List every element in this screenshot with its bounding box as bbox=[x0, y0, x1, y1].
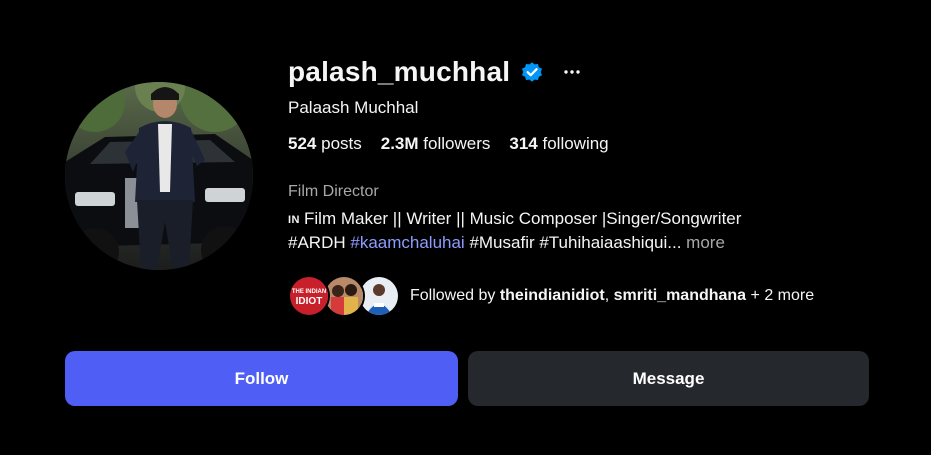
bio-more-link[interactable]: more bbox=[681, 233, 725, 252]
followed-by-prefix: Followed by bbox=[410, 287, 500, 304]
profile-avatar[interactable] bbox=[65, 82, 253, 270]
avatar-logo-bottom: IDIOT bbox=[296, 296, 323, 307]
hashtag-link[interactable]: #kaamchaluhai bbox=[350, 233, 464, 252]
posts-label: posts bbox=[321, 134, 362, 153]
followers-label: followers bbox=[423, 134, 491, 153]
follow-button[interactable]: Follow bbox=[65, 351, 458, 406]
bio-line-1: IN Film Maker || Writer || Music Composer… bbox=[288, 209, 741, 229]
mutual-follower-avatar: THE INDIAN IDIOT bbox=[288, 275, 330, 317]
followed-by-row[interactable]: THE INDIAN IDIOT Followed by theindianid… bbox=[288, 275, 814, 317]
username: palash_muchhal bbox=[288, 56, 511, 87]
following-label: following bbox=[542, 134, 609, 153]
following-count: 314 bbox=[509, 134, 538, 153]
followers-stat[interactable]: 2.3M followers bbox=[381, 134, 491, 154]
followers-count: 2.3M bbox=[380, 134, 419, 153]
followed-by-suffix: + 2 more bbox=[746, 287, 815, 304]
mutual-follower-1[interactable]: theindianidiot bbox=[500, 287, 605, 304]
posts-count: 524 bbox=[288, 134, 317, 153]
bio-prefix: IN bbox=[288, 214, 300, 226]
profile-category: Film Director bbox=[288, 183, 379, 200]
username-row: palash_muchhal bbox=[288, 54, 582, 90]
avatar-logo-top: THE INDIAN bbox=[292, 289, 326, 295]
bio-hashtags: #Musafir #Tuhihaiaashiqui... bbox=[464, 233, 682, 252]
following-stat[interactable]: 314 following bbox=[509, 134, 608, 154]
followed-by-text: Followed by theindianidiot, smriti_mandh… bbox=[410, 287, 814, 305]
bio-hashtag-ardh: #ARDH bbox=[288, 233, 351, 252]
profile-stats: 524 posts 2.3M followers 314 following bbox=[288, 134, 628, 154]
mutual-follower-2[interactable]: smriti_mandhana bbox=[614, 287, 746, 304]
posts-stat[interactable]: 524 posts bbox=[288, 134, 362, 154]
followed-by-separator: , bbox=[604, 287, 614, 304]
more-options-icon[interactable] bbox=[562, 60, 582, 84]
full-name: Palaash Muchhal bbox=[288, 98, 419, 117]
message-button[interactable]: Message bbox=[468, 351, 869, 406]
verified-badge-icon bbox=[520, 60, 544, 84]
bio-line-2: #ARDH #kaamchaluhai #Musafir #Tuhihaiaas… bbox=[288, 233, 725, 253]
bio-line-1-text: Film Maker || Writer || Music Composer |… bbox=[304, 209, 742, 228]
